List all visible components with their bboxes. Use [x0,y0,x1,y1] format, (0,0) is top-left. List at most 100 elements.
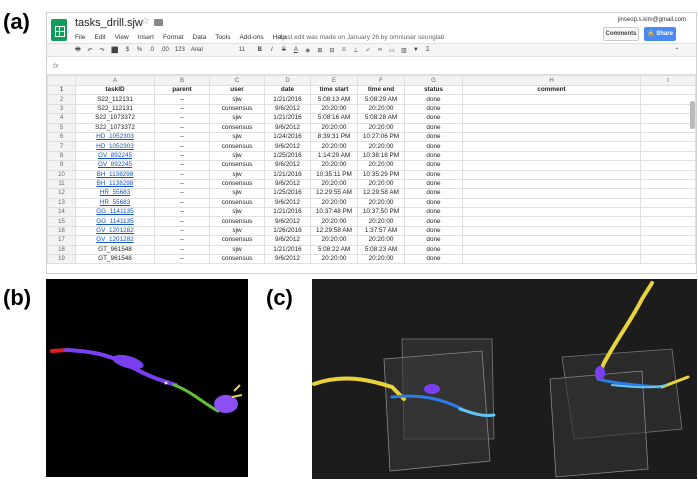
data-cell[interactable]: 10:38:18 PM [357,150,405,162]
data-cell[interactable]: 1/25/2016 [264,150,311,162]
empty-cell[interactable] [640,244,696,256]
column-letter-e[interactable]: E [310,75,358,86]
row-number[interactable]: 10 [47,169,76,180]
empty-cell[interactable] [462,188,641,199]
data-cell[interactable]: 5:08:23 AM [357,244,405,256]
increase-decimal-icon[interactable]: .00 [160,47,168,53]
last-edit-link[interactable]: Last edit was made on January 26 by omni… [280,34,444,41]
data-cell[interactable]: done [404,169,463,180]
data-cell[interactable]: -- [154,216,210,227]
data-cell[interactable]: 5:08:16 AM [310,113,358,124]
task-id-cell[interactable]: GV_1201282 [75,225,155,237]
menu-addons[interactable]: Add-ons [239,34,263,41]
menu-edit[interactable]: Edit [94,34,105,41]
spreadsheet-grid[interactable]: ABCDEFGHI 1 taskID parent user date time star… [47,75,696,265]
empty-cell[interactable] [640,207,696,218]
data-cell[interactable]: consensus [209,216,265,227]
row-number[interactable]: 14 [47,207,76,218]
empty-cell[interactable] [462,244,641,256]
collapse-icon[interactable]: ⌃ [674,47,680,54]
data-cell[interactable]: -- [154,197,210,209]
data-cell[interactable]: -- [154,225,210,237]
column-letter-d[interactable]: D [264,75,311,86]
data-cell[interactable]: done [404,113,463,124]
formula-bar[interactable]: fx [47,61,696,75]
data-cell[interactable]: sjw [209,94,265,105]
data-cell[interactable]: consensus [209,254,265,265]
empty-cell[interactable] [640,178,696,190]
menu-insert[interactable]: Insert [138,34,154,41]
empty-cell[interactable] [640,150,696,162]
header-cell[interactable]: status [404,84,463,96]
data-cell[interactable]: -- [154,141,210,152]
bold-icon[interactable]: B [257,47,263,53]
empty-cell[interactable] [640,197,696,209]
task-id-cell[interactable]: GV_892245 [75,150,155,162]
row-number[interactable]: 17 [47,235,76,246]
column-letter-f[interactable]: F [357,75,405,86]
data-cell[interactable]: done [404,216,463,227]
empty-cell[interactable] [640,94,696,105]
data-cell[interactable]: 20:20:00 [310,160,358,171]
data-cell[interactable]: 10:27:06 PM [357,131,405,143]
document-title[interactable]: tasks_drill.sjw [75,17,143,29]
task-id-cell[interactable]: GG_1141135 [75,207,155,218]
filter-icon[interactable]: ▼ [413,47,419,53]
data-cell[interactable]: -- [154,122,210,133]
data-cell[interactable]: 1:37:57 AM [357,225,405,237]
row-number[interactable]: 6 [47,131,76,143]
data-cell[interactable]: -- [154,235,210,246]
data-cell[interactable]: 8:39:31 PM [310,131,358,143]
data-cell[interactable]: consensus [209,235,265,246]
empty-cell[interactable] [640,103,696,115]
empty-cell[interactable] [640,216,696,227]
data-cell[interactable]: -- [154,103,210,115]
empty-cell[interactable] [462,197,641,209]
data-cell[interactable]: 20:20:00 [357,141,405,152]
data-cell[interactable]: 1/21/2016 [264,169,311,180]
data-cell[interactable]: done [404,103,463,115]
data-cell[interactable]: 20:20:00 [310,141,358,152]
task-id-cell[interactable]: GT_961548 [75,244,155,256]
data-cell[interactable]: sjw [209,188,265,199]
column-letter-h[interactable]: H [462,75,641,86]
italic-icon[interactable]: I [269,47,275,53]
column-letter-i[interactable]: I [640,75,696,86]
empty-cell[interactable] [462,254,641,265]
data-cell[interactable]: done [404,207,463,218]
empty-cell[interactable] [640,169,696,180]
header-cell[interactable]: parent [154,84,210,96]
header-cell[interactable]: date [264,84,311,96]
data-cell[interactable]: done [404,188,463,199]
data-cell[interactable]: 1:14:29 AM [310,150,358,162]
menu-format[interactable]: Format [163,34,184,41]
task-id-cell[interactable]: HR_55683 [75,188,155,199]
decrease-decimal-icon[interactable]: .0 [148,47,154,53]
star-icon[interactable]: ☆ [141,16,150,27]
empty-cell[interactable] [462,235,641,246]
menu-view[interactable]: View [115,34,129,41]
data-cell[interactable]: 5:08:29 AM [357,94,405,105]
empty-cell[interactable] [462,169,641,180]
empty-cell[interactable] [462,178,641,190]
data-cell[interactable]: 20:20:00 [357,216,405,227]
data-cell[interactable]: 20:20:00 [357,178,405,190]
data-cell[interactable]: -- [154,254,210,265]
wrap-icon[interactable]: ⤶ [365,47,371,54]
vertical-align-icon[interactable]: ⊥ [353,47,359,54]
data-cell[interactable]: consensus [209,141,265,152]
data-cell[interactable]: sjw [209,225,265,237]
menu-file[interactable]: File [75,34,85,41]
data-cell[interactable]: 9/6/2012 [264,197,311,209]
data-cell[interactable]: -- [154,169,210,180]
row-number[interactable]: 9 [47,160,76,171]
data-cell[interactable]: -- [154,160,210,171]
column-letter-b[interactable]: B [154,75,210,86]
data-cell[interactable]: 1/21/2016 [264,207,311,218]
row-number[interactable]: 7 [47,141,76,152]
data-cell[interactable]: consensus [209,122,265,133]
data-cell[interactable]: done [404,94,463,105]
empty-cell[interactable] [462,225,641,237]
data-cell[interactable]: -- [154,178,210,190]
data-cell[interactable]: 20:20:00 [310,178,358,190]
